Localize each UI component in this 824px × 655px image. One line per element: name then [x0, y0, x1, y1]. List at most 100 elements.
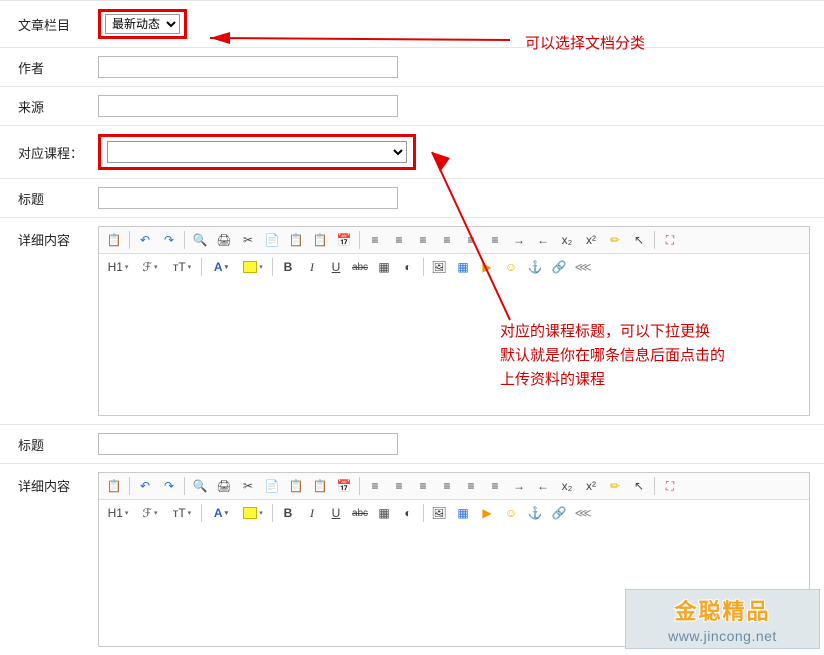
ordered-list-icon[interactable]: ≡: [460, 476, 482, 496]
paste-special-icon[interactable]: 📋: [285, 230, 307, 250]
undo-icon[interactable]: ↶: [134, 230, 156, 250]
subscript-icon[interactable]: x₂: [556, 230, 578, 250]
unordered-list-icon[interactable]: ≡: [484, 476, 506, 496]
undo-icon[interactable]: ↶: [134, 476, 156, 496]
bold-icon[interactable]: B: [277, 503, 299, 523]
anchor-icon[interactable]: ⚓: [524, 257, 546, 277]
paste-icon[interactable]: 📋: [103, 230, 125, 250]
table-grid-icon[interactable]: ▦: [373, 503, 395, 523]
align-justify-icon[interactable]: ≡: [436, 230, 458, 250]
emoji-icon[interactable]: ☺: [500, 503, 522, 523]
redo-icon[interactable]: ↷: [158, 476, 180, 496]
underline-icon[interactable]: U: [325, 257, 347, 277]
label-title-1: 标题: [18, 189, 98, 208]
strikethrough-icon[interactable]: abc: [349, 503, 371, 523]
title-input-1[interactable]: [98, 187, 398, 209]
eraser-icon[interactable]: ◐: [397, 503, 419, 523]
font-size-dropdown[interactable]: тT: [167, 257, 197, 277]
unordered-list-icon[interactable]: ≡: [484, 230, 506, 250]
media-icon[interactable]: ▶: [476, 503, 498, 523]
emoji-icon[interactable]: ☺: [500, 257, 522, 277]
heading-dropdown[interactable]: H1: [103, 503, 133, 523]
editor1-toolbar-row1: 📋 ↶ ↷ 🔍 🖨 ✂ 📄 📋 📋 📅 ≡ ≡ ≡ ≡ ≡ ≡ →: [99, 227, 809, 254]
date-icon[interactable]: 📅: [333, 476, 355, 496]
align-center-icon[interactable]: ≡: [388, 230, 410, 250]
editor2-toolbar-row1: 📋 ↶ ↷ 🔍 🖨 ✂ 📄 📋 📋 📅 ≡ ≡ ≡ ≡ ≡ ≡ →: [99, 473, 809, 500]
eraser-icon[interactable]: ◐: [397, 257, 419, 277]
underline-icon[interactable]: U: [325, 503, 347, 523]
table-icon[interactable]: ▦: [452, 503, 474, 523]
table-icon[interactable]: ▦: [452, 257, 474, 277]
font-color-dropdown[interactable]: A: [206, 503, 236, 523]
redo-icon[interactable]: ↷: [158, 230, 180, 250]
font-color-dropdown[interactable]: A: [206, 257, 236, 277]
heading-dropdown[interactable]: H1: [103, 257, 133, 277]
paste-word-icon[interactable]: 📋: [309, 476, 331, 496]
font-size-dropdown[interactable]: тT: [167, 503, 197, 523]
cut-icon[interactable]: ✂: [237, 230, 259, 250]
label-course: 对应课程：: [18, 143, 98, 162]
date-icon[interactable]: 📅: [333, 230, 355, 250]
copy-icon[interactable]: 📄: [261, 476, 283, 496]
font-family-dropdown[interactable]: ℱ: [135, 257, 165, 277]
copy-icon[interactable]: 📄: [261, 230, 283, 250]
search-icon[interactable]: 🔍: [189, 476, 211, 496]
select-all-icon[interactable]: ↖: [628, 230, 650, 250]
link-icon[interactable]: 🔗: [548, 257, 570, 277]
unlink-icon[interactable]: ⋘: [572, 503, 594, 523]
align-center-icon[interactable]: ≡: [388, 476, 410, 496]
source-input[interactable]: [98, 95, 398, 117]
strikethrough-icon[interactable]: abc: [349, 257, 371, 277]
paste-word-icon[interactable]: 📋: [309, 230, 331, 250]
align-justify-icon[interactable]: ≡: [436, 476, 458, 496]
image-icon[interactable]: 🖼: [428, 503, 450, 523]
unlink-icon[interactable]: ⋘: [572, 257, 594, 277]
label-title-2: 标题: [18, 435, 98, 454]
editor1-body[interactable]: [99, 280, 809, 415]
title-input-2[interactable]: [98, 433, 398, 455]
indent-icon[interactable]: →: [508, 230, 530, 250]
outdent-icon[interactable]: ←: [532, 230, 554, 250]
category-select[interactable]: 最新动态: [105, 14, 180, 34]
format-brush-icon[interactable]: ✏: [604, 230, 626, 250]
paste-icon[interactable]: 📋: [103, 476, 125, 496]
italic-icon[interactable]: I: [301, 257, 323, 277]
anchor-icon[interactable]: ⚓: [524, 503, 546, 523]
watermark-url: www.jincong.net: [668, 628, 777, 644]
superscript-icon[interactable]: x²: [580, 476, 602, 496]
bg-color-dropdown[interactable]: [238, 503, 268, 523]
course-select[interactable]: [107, 141, 407, 163]
ordered-list-icon[interactable]: ≡: [460, 230, 482, 250]
image-icon[interactable]: 🖼: [428, 257, 450, 277]
align-right-icon[interactable]: ≡: [412, 230, 434, 250]
align-left-icon[interactable]: ≡: [364, 476, 386, 496]
align-right-icon[interactable]: ≡: [412, 476, 434, 496]
paste-special-icon[interactable]: 📋: [285, 476, 307, 496]
cut-icon[interactable]: ✂: [237, 476, 259, 496]
align-left-icon[interactable]: ≡: [364, 230, 386, 250]
label-content-2: 详细内容: [18, 472, 98, 495]
link-icon[interactable]: 🔗: [548, 503, 570, 523]
outdent-icon[interactable]: ←: [532, 476, 554, 496]
italic-icon[interactable]: I: [301, 503, 323, 523]
rich-editor-1: 📋 ↶ ↷ 🔍 🖨 ✂ 📄 📋 📋 📅 ≡ ≡ ≡ ≡ ≡ ≡ →: [98, 226, 810, 416]
font-family-dropdown[interactable]: ℱ: [135, 503, 165, 523]
indent-icon[interactable]: →: [508, 476, 530, 496]
superscript-icon[interactable]: x²: [580, 230, 602, 250]
label-content-1: 详细内容: [18, 226, 98, 249]
author-input[interactable]: [98, 56, 398, 78]
subscript-icon[interactable]: x₂: [556, 476, 578, 496]
select-all-icon[interactable]: ↖: [628, 476, 650, 496]
print-icon[interactable]: 🖨: [213, 230, 235, 250]
table-grid-icon[interactable]: ▦: [373, 257, 395, 277]
editor1-toolbar-row2: H1 ℱ тT A B I U abc ▦ ◐ 🖼 ▦ ▶ ☺ ⚓ 🔗: [99, 254, 809, 280]
fullscreen-icon[interactable]: ⛶: [659, 476, 681, 496]
bg-color-dropdown[interactable]: [238, 257, 268, 277]
print-icon[interactable]: 🖨: [213, 476, 235, 496]
bold-icon[interactable]: B: [277, 257, 299, 277]
label-author: 作者: [18, 58, 98, 77]
media-icon[interactable]: ▶: [476, 257, 498, 277]
fullscreen-icon[interactable]: ⛶: [659, 230, 681, 250]
search-icon[interactable]: 🔍: [189, 230, 211, 250]
format-brush-icon[interactable]: ✏: [604, 476, 626, 496]
